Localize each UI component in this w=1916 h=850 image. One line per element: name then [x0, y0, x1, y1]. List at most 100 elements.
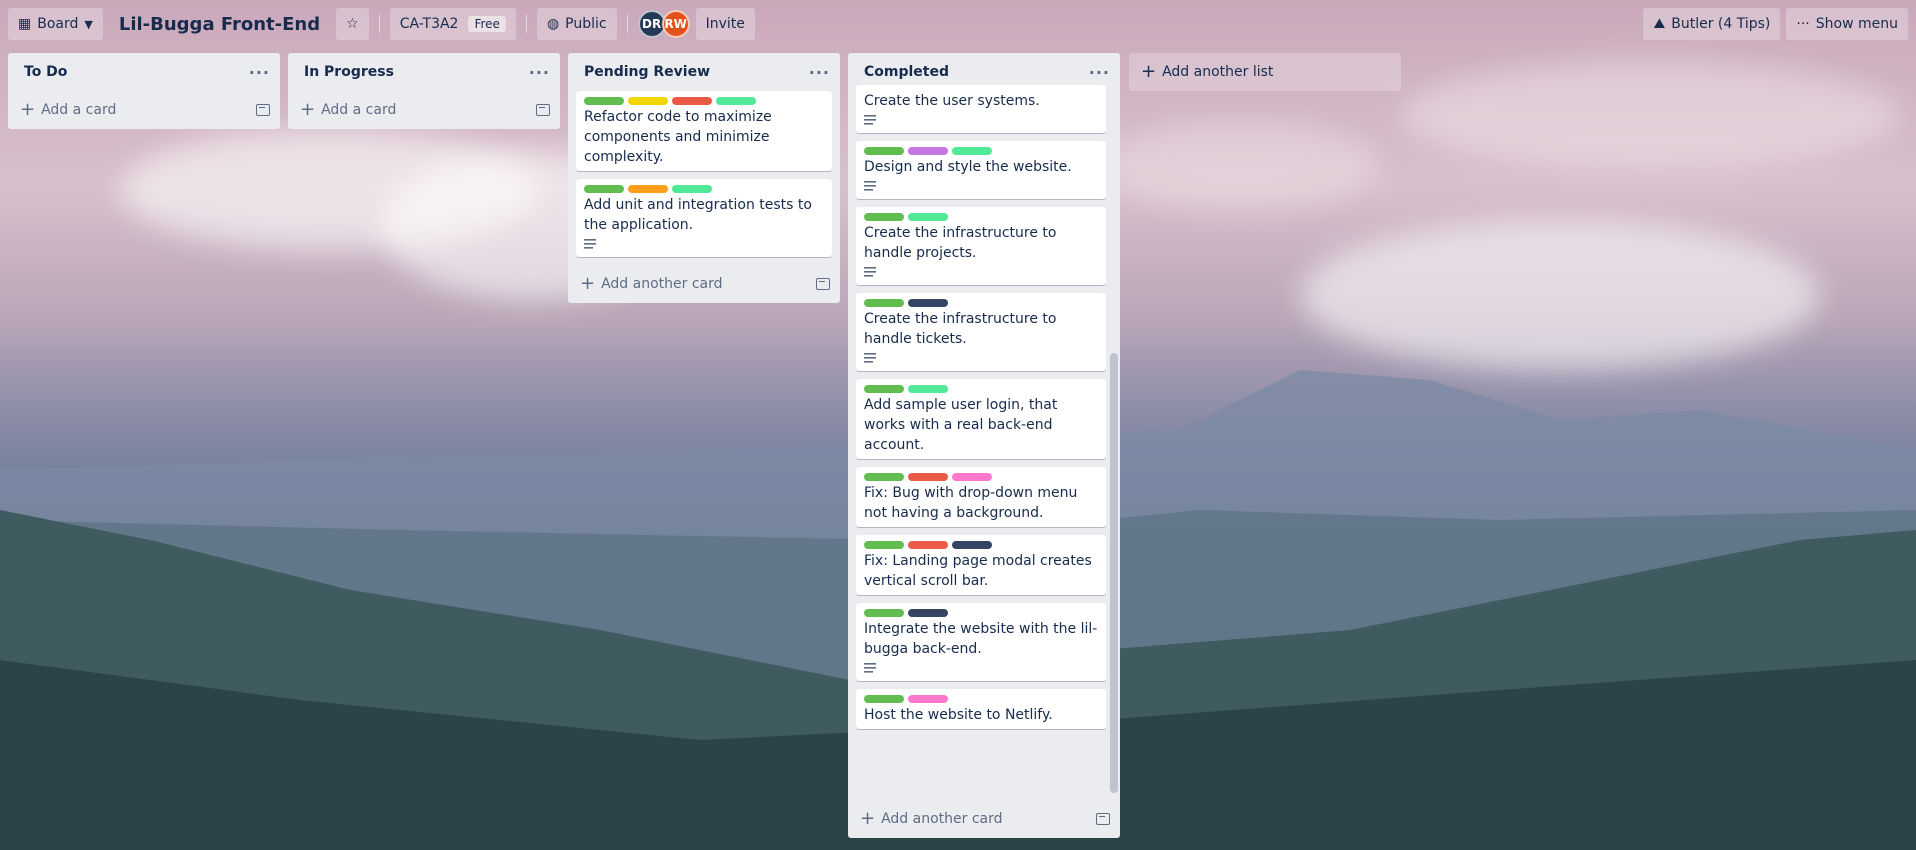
- avatar[interactable]: RW: [661, 10, 690, 38]
- show-menu-label: Show menu: [1815, 16, 1898, 32]
- card-template-icon[interactable]: [536, 104, 550, 116]
- list-header: To Do ···: [8, 53, 280, 91]
- card-label-orange[interactable]: [628, 185, 668, 193]
- list-menu-icon[interactable]: ···: [529, 63, 550, 82]
- description-icon: [584, 235, 824, 253]
- card[interactable]: Fix: Bug with drop-down menu not having …: [856, 467, 1106, 527]
- list-header: In Progress ···: [288, 53, 560, 91]
- card-label-lime[interactable]: [952, 147, 992, 155]
- card-label-lime[interactable]: [908, 385, 948, 393]
- card-label-red[interactable]: [672, 97, 712, 105]
- star-button[interactable]: ☆: [336, 8, 369, 40]
- list-title[interactable]: In Progress: [304, 64, 394, 80]
- list-scrollbar[interactable]: [1110, 353, 1118, 793]
- list-completed: Completed ··· Create the user systems. Desi…: [848, 53, 1120, 838]
- card-label-green[interactable]: [864, 609, 904, 617]
- divider: [378, 15, 380, 33]
- card[interactable]: Create the user systems.: [856, 85, 1106, 133]
- description-icon: [864, 111, 1098, 129]
- add-card-button[interactable]: + Add a card: [300, 101, 396, 119]
- add-card-label: Add a card: [321, 102, 397, 118]
- card-list: Create the user systems. Design and style…: [848, 85, 1120, 800]
- list-title[interactable]: To Do: [24, 64, 67, 80]
- card-label-navy[interactable]: [952, 541, 992, 549]
- card-label-green[interactable]: [864, 695, 904, 703]
- card-title: Fix: Landing page modal creates vertical…: [864, 553, 1092, 589]
- show-menu-button[interactable]: ··· Show menu: [1786, 8, 1908, 40]
- globe-icon: ◍: [546, 16, 560, 32]
- card-label-green[interactable]: [584, 97, 624, 105]
- card-label-green[interactable]: [584, 185, 624, 193]
- card-label-navy[interactable]: [908, 299, 948, 307]
- card[interactable]: Host the website to Netlify.: [856, 689, 1106, 729]
- card-labels: [864, 609, 1098, 617]
- board-switcher-button[interactable]: ▦ Board ▼: [8, 8, 103, 40]
- card-title: Create the user systems.: [864, 93, 1040, 109]
- add-card-label: Add a card: [41, 102, 117, 118]
- add-card-button[interactable]: + Add another card: [860, 810, 1003, 828]
- card[interactable]: Add sample user login, that works with a…: [856, 379, 1106, 459]
- card-label-lime[interactable]: [716, 97, 756, 105]
- card-template-icon[interactable]: [256, 104, 270, 116]
- board-members: DR RW: [637, 10, 690, 38]
- list-header: Pending Review ···: [568, 53, 840, 91]
- list-footer: + Add a card: [8, 91, 280, 129]
- card[interactable]: Fix: Landing page modal creates vertical…: [856, 535, 1106, 595]
- visibility-button[interactable]: ◍ Public: [536, 8, 617, 40]
- card-label-green[interactable]: [864, 299, 904, 307]
- card-template-icon[interactable]: [816, 278, 830, 290]
- card-template-icon[interactable]: [1096, 813, 1110, 825]
- card-label-purple[interactable]: [908, 147, 948, 155]
- list-in-progress: In Progress ··· + Add a card: [288, 53, 560, 129]
- card-label-red[interactable]: [908, 541, 948, 549]
- workspace-button[interactable]: CA-T3A2 Free: [389, 8, 516, 40]
- card-title: Add sample user login, that works with a…: [864, 397, 1058, 453]
- card[interactable]: Add unit and integration tests to the ap…: [576, 179, 832, 257]
- list-footer: + Add another card: [848, 800, 1120, 838]
- card[interactable]: Create the infrastructure to handle proj…: [856, 207, 1106, 285]
- card-labels: [864, 213, 1098, 221]
- add-list-button[interactable]: + Add another list: [1129, 53, 1401, 91]
- card-label-pink[interactable]: [952, 473, 992, 481]
- list-menu-icon[interactable]: ···: [249, 63, 270, 82]
- board-title[interactable]: Lil-Bugga Front-End: [109, 14, 330, 35]
- card-label-yellow[interactable]: [628, 97, 668, 105]
- card[interactable]: Integrate the website with the lil-bugga…: [856, 603, 1106, 681]
- card-label-green[interactable]: [864, 147, 904, 155]
- add-card-button[interactable]: + Add a card: [20, 101, 116, 119]
- board-icon: ▦: [18, 16, 32, 32]
- description-icon: [864, 659, 1098, 677]
- list-title[interactable]: Completed: [864, 64, 949, 80]
- card-label-green[interactable]: [864, 541, 904, 549]
- list-title[interactable]: Pending Review: [584, 64, 710, 80]
- card[interactable]: Design and style the website.: [856, 141, 1106, 199]
- card-labels: [864, 385, 1098, 393]
- visibility-label: Public: [565, 16, 607, 32]
- card-list: Refactor code to maximize components and…: [568, 91, 840, 265]
- card-title: Create the infrastructure to handle proj…: [864, 225, 1057, 261]
- chevron-down-icon: ▼: [84, 17, 93, 31]
- card-label-red[interactable]: [908, 473, 948, 481]
- list-menu-icon[interactable]: ···: [809, 63, 830, 82]
- card[interactable]: Create the infrastructure to handle tick…: [856, 293, 1106, 371]
- card-label-green[interactable]: [864, 473, 904, 481]
- card-label-lime[interactable]: [672, 185, 712, 193]
- card-title: Fix: Bug with drop-down menu not having …: [864, 485, 1078, 521]
- invite-button[interactable]: Invite: [695, 8, 755, 40]
- butler-button[interactable]: ⛰ Butler (4 Tips): [1643, 8, 1781, 40]
- divider: [525, 15, 527, 33]
- add-card-button[interactable]: + Add another card: [580, 275, 723, 293]
- butler-icon: ⛰: [1653, 16, 1666, 32]
- list-to-do: To Do ··· + Add a card: [8, 53, 280, 129]
- list-menu-icon[interactable]: ···: [1089, 63, 1110, 82]
- card-labels: [864, 299, 1098, 307]
- star-icon: ☆: [346, 16, 359, 32]
- card[interactable]: Refactor code to maximize components and…: [576, 91, 832, 171]
- list-pending-review: Pending Review ··· Refactor code to maximi…: [568, 53, 840, 303]
- card-label-navy[interactable]: [908, 609, 948, 617]
- card-label-lime[interactable]: [908, 213, 948, 221]
- card-title: Add unit and integration tests to the ap…: [584, 197, 812, 233]
- card-label-green[interactable]: [864, 385, 904, 393]
- card-label-pink[interactable]: [908, 695, 948, 703]
- card-label-green[interactable]: [864, 213, 904, 221]
